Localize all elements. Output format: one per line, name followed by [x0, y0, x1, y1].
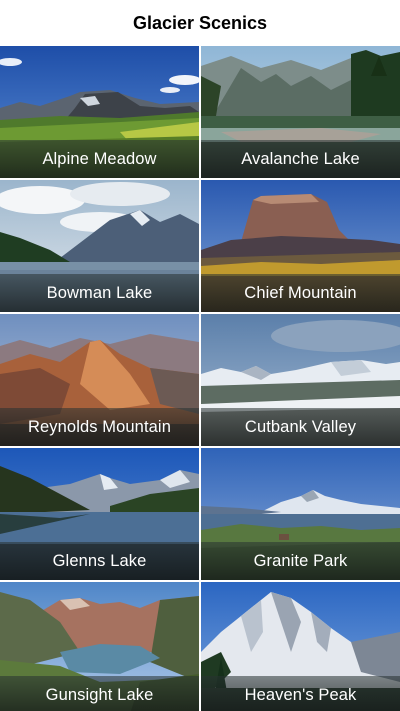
tile-caption: Cutbank Valley: [201, 408, 400, 446]
photo-tile-avalanche-lake[interactable]: Avalanche Lake: [201, 46, 400, 178]
tile-caption: Alpine Meadow: [0, 140, 199, 178]
photo-tile-glenns-lake[interactable]: Glenns Lake: [0, 448, 199, 580]
tile-caption: Bowman Lake: [0, 274, 199, 312]
tile-caption: Heaven's Peak: [201, 676, 400, 711]
photo-tile-alpine-meadow[interactable]: Alpine Meadow: [0, 46, 199, 178]
tile-caption: Reynolds Mountain: [0, 408, 199, 446]
photo-tile-cutbank-valley[interactable]: Cutbank Valley: [201, 314, 400, 446]
navigation-bar: Glacier Scenics: [0, 0, 400, 46]
photo-tile-chief-mountain[interactable]: Chief Mountain: [201, 180, 400, 312]
page-title: Glacier Scenics: [132, 12, 268, 33]
photo-tile-reynolds-mountain[interactable]: Reynolds Mountain: [0, 314, 199, 446]
photo-grid: Alpine Meadow Avalanche Lake Bowman Lake…: [0, 46, 400, 711]
photo-tile-granite-park[interactable]: Granite Park: [201, 448, 400, 580]
tile-caption: Gunsight Lake: [0, 676, 199, 711]
tile-caption: Avalanche Lake: [201, 140, 400, 178]
tile-caption: Glenns Lake: [0, 542, 199, 580]
photo-tile-gunsight-lake[interactable]: Gunsight Lake: [0, 582, 199, 711]
tile-caption: Chief Mountain: [201, 274, 400, 312]
tile-caption: Granite Park: [201, 542, 400, 580]
photo-tile-bowman-lake[interactable]: Bowman Lake: [0, 180, 199, 312]
photo-tile-heavens-peak[interactable]: Heaven's Peak: [201, 582, 400, 711]
